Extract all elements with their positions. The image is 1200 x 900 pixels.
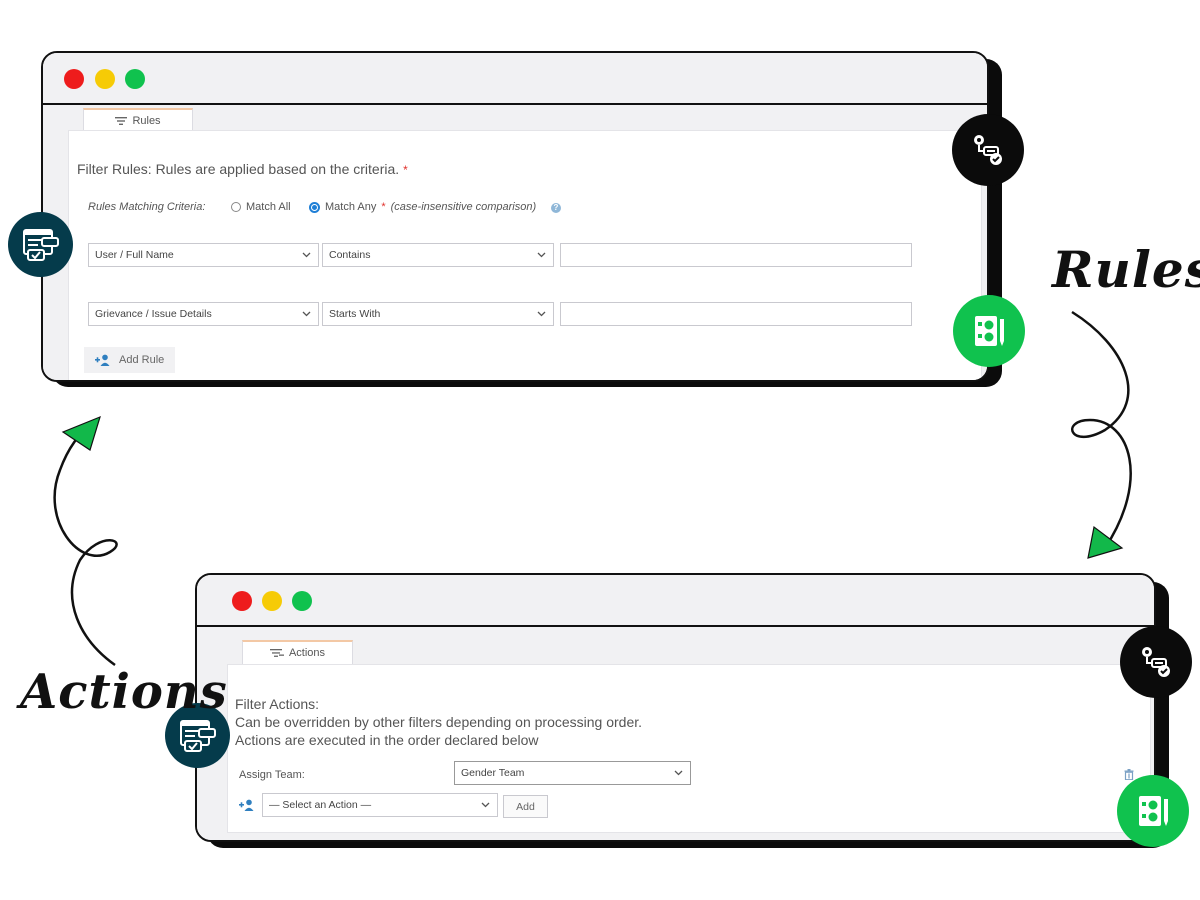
rules-annotation-label: Rules — [1052, 240, 1200, 299]
actions-arrowhead — [61, 415, 101, 451]
rules-arrow-path — [1071, 310, 1132, 549]
annotation-arrows — [53, 310, 1132, 667]
actions-arrow-path — [53, 422, 118, 667]
actions-annotation-label: Actions — [20, 664, 228, 720]
rules-arrowhead — [1087, 525, 1124, 559]
